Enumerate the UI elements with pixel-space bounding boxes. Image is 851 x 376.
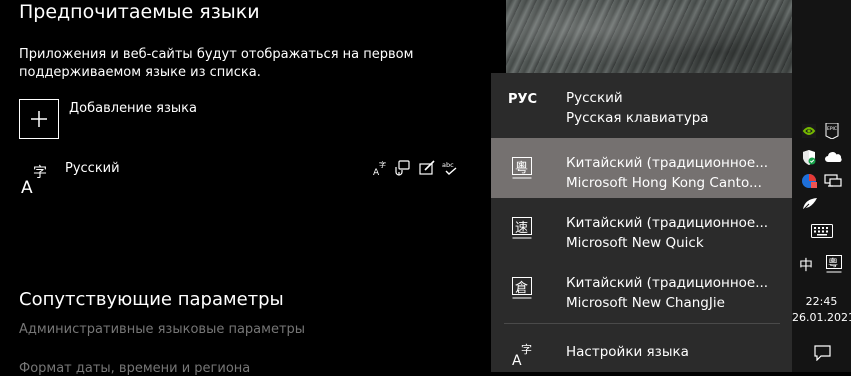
onedrive-icon[interactable]	[824, 151, 842, 163]
pen-icon[interactable]	[802, 197, 818, 211]
taskbar: EPIC 中 粵 22:45 26.01.2021	[792, 0, 851, 372]
svg-text:粵: 粵	[828, 257, 838, 270]
svg-text:字: 字	[33, 165, 47, 181]
clock-time[interactable]: 22:45	[792, 295, 851, 308]
ime-mode-indicator[interactable]: 中	[799, 255, 813, 275]
language-settings-page: Предпочитаемые языки Приложения и веб-са…	[0, 0, 503, 376]
text-to-speech-icon: 字 A	[373, 160, 386, 176]
svg-text:倉: 倉	[515, 281, 528, 296]
epic-games-icon[interactable]: EPIC	[825, 123, 839, 139]
language-name: Китайский (традиционное...	[566, 275, 769, 291]
keyboard-icon[interactable]	[811, 224, 833, 238]
preferred-languages-description: Приложения и веб-сайты будут отображатьс…	[19, 47, 414, 80]
network-icon[interactable]	[824, 174, 842, 188]
date-time-region-link[interactable]: Формат даты, времени и региона	[19, 361, 250, 376]
cantonese-ime-icon: 粵	[512, 157, 532, 179]
admin-language-settings-link[interactable]: Административные языковые параметры	[19, 322, 305, 337]
svg-text:速: 速	[515, 221, 528, 236]
related-settings-title: Сопутствующие параметры	[19, 289, 284, 310]
svg-text:A: A	[512, 353, 522, 366]
desktop-wallpaper	[503, 0, 796, 75]
app-icon[interactable]	[802, 173, 818, 189]
language-name: Китайский (традиционное...	[566, 215, 769, 231]
svg-text:abc: abc	[442, 161, 454, 169]
quick-ime-icon: 速	[512, 217, 532, 239]
svg-text:字: 字	[379, 160, 386, 169]
svg-text:字: 字	[521, 342, 532, 356]
language-settings-icon: 字 A	[512, 342, 532, 366]
speech-recognition-icon	[395, 160, 410, 176]
language-settings-label: Настройки языка	[566, 344, 689, 360]
language-code: РУС	[508, 92, 538, 107]
language-name: Китайский (традиционное...	[566, 155, 769, 171]
flyout-item-russian[interactable]: РУС Русский Русская клавиатура	[491, 73, 792, 133]
language-switcher-flyout: РУС Русский Русская клавиатура 粵 Китайск…	[491, 73, 792, 372]
keyboard-name: Microsoft New Quick	[566, 235, 704, 251]
changjie-ime-icon: 倉	[512, 277, 532, 299]
security-icon[interactable]	[802, 150, 816, 165]
language-glyph-icon: 字 A	[21, 165, 47, 197]
svg-text:EPIC: EPIC	[827, 126, 837, 132]
flyout-item-new-changjie[interactable]: 倉 Китайский (традиционное... Microsoft N…	[491, 258, 792, 318]
page-title: Предпочитаемые языки	[19, 1, 260, 23]
nvidia-icon[interactable]	[802, 124, 816, 138]
language-name: Русский	[566, 90, 623, 106]
handwriting-icon	[419, 160, 435, 175]
add-language-label[interactable]: Добавление языка	[69, 101, 197, 116]
svg-text:A: A	[21, 178, 33, 197]
svg-text:A: A	[373, 168, 380, 176]
clock-date[interactable]: 26.01.2021	[792, 311, 851, 324]
flyout-divider	[504, 323, 780, 324]
flyout-item-new-quick[interactable]: 速 Китайский (традиционное... Microsoft N…	[491, 198, 792, 258]
add-language-button[interactable]	[19, 99, 59, 139]
svg-text:粵: 粵	[515, 161, 528, 176]
plus-icon	[31, 111, 47, 127]
language-name: Русский	[65, 161, 120, 176]
action-center-icon[interactable]	[814, 345, 831, 361]
keyboard-name: Русская клавиатура	[566, 110, 709, 126]
keyboard-name: Microsoft New ChangJie	[566, 295, 725, 311]
keyboard-name: Microsoft Hong Kong Canto...	[566, 175, 762, 191]
spellcheck-icon: abc	[442, 161, 457, 175]
flyout-item-hk-cantonese[interactable]: 粵 Китайский (традиционное... Microsoft H…	[491, 138, 792, 198]
language-settings-link[interactable]: 字 A Настройки языка	[491, 328, 792, 372]
ime-keyboard-icon[interactable]: 粵	[826, 255, 842, 273]
